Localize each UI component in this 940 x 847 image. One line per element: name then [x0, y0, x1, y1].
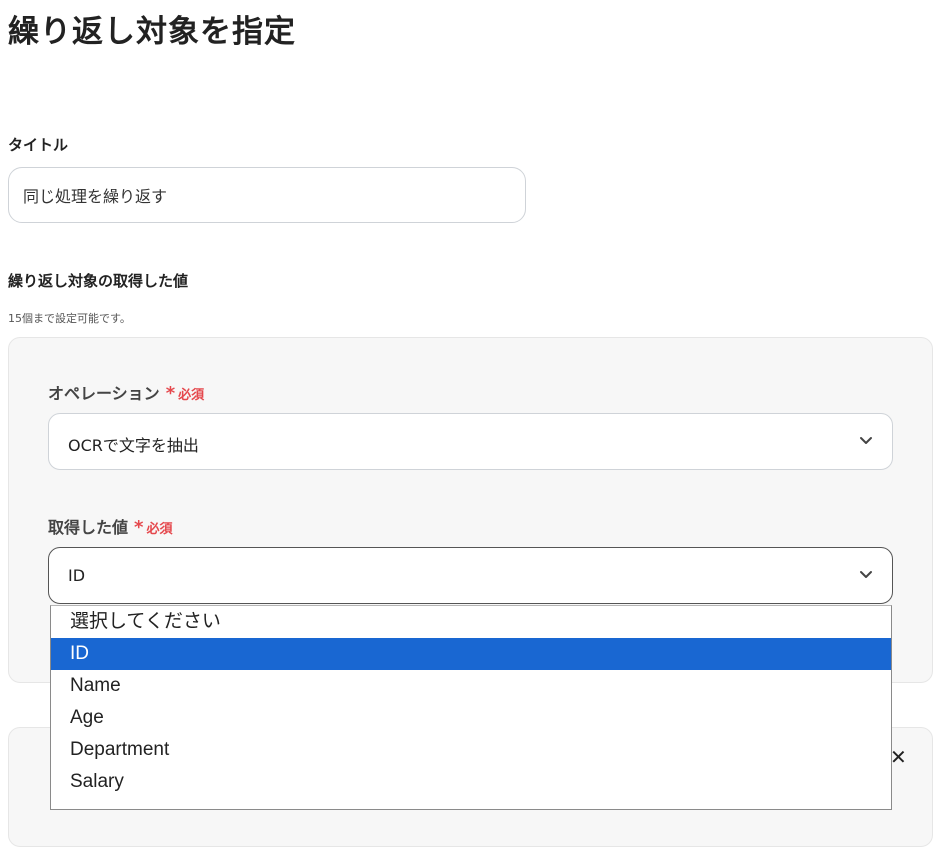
required-star: *: [165, 383, 176, 404]
page-title: 繰り返し対象を指定: [8, 14, 296, 50]
dropdown-option[interactable]: Age: [51, 702, 891, 734]
dropdown-option[interactable]: 選択してください: [51, 606, 891, 638]
chevron-down-icon: [860, 571, 872, 578]
title-label: タイトル: [8, 136, 69, 154]
operation-label: オペレーション * 必須: [48, 380, 204, 404]
dropdown-option[interactable]: Department: [51, 734, 891, 766]
required-star: *: [134, 517, 144, 538]
dropdown-option-selected[interactable]: ID: [51, 638, 891, 670]
title-input[interactable]: [8, 167, 526, 223]
value-select-value: ID: [68, 566, 86, 585]
target-label: 繰り返し対象の取得した値: [8, 272, 189, 290]
operation-select-value: OCRで文字を抽出: [68, 436, 199, 455]
value-dropdown-list: 選択してください ID Name Age Department Salary: [50, 605, 892, 810]
value-select[interactable]: ID: [48, 547, 893, 604]
operation-select[interactable]: OCRで文字を抽出: [48, 413, 893, 470]
required-badge: 必須: [146, 522, 173, 537]
value-label-text: 取得した値: [48, 518, 129, 537]
operation-label-text: オペレーション: [48, 384, 160, 403]
target-hint: 15個まで設定可能です。: [8, 312, 131, 325]
required-badge: 必須: [178, 388, 205, 403]
chevron-down-icon: [860, 437, 872, 444]
dropdown-option[interactable]: Name: [51, 670, 891, 702]
dropdown-option[interactable]: Salary: [51, 766, 891, 798]
close-icon[interactable]: ✕: [890, 745, 907, 769]
value-label: 取得した値 * 必須: [48, 514, 172, 538]
